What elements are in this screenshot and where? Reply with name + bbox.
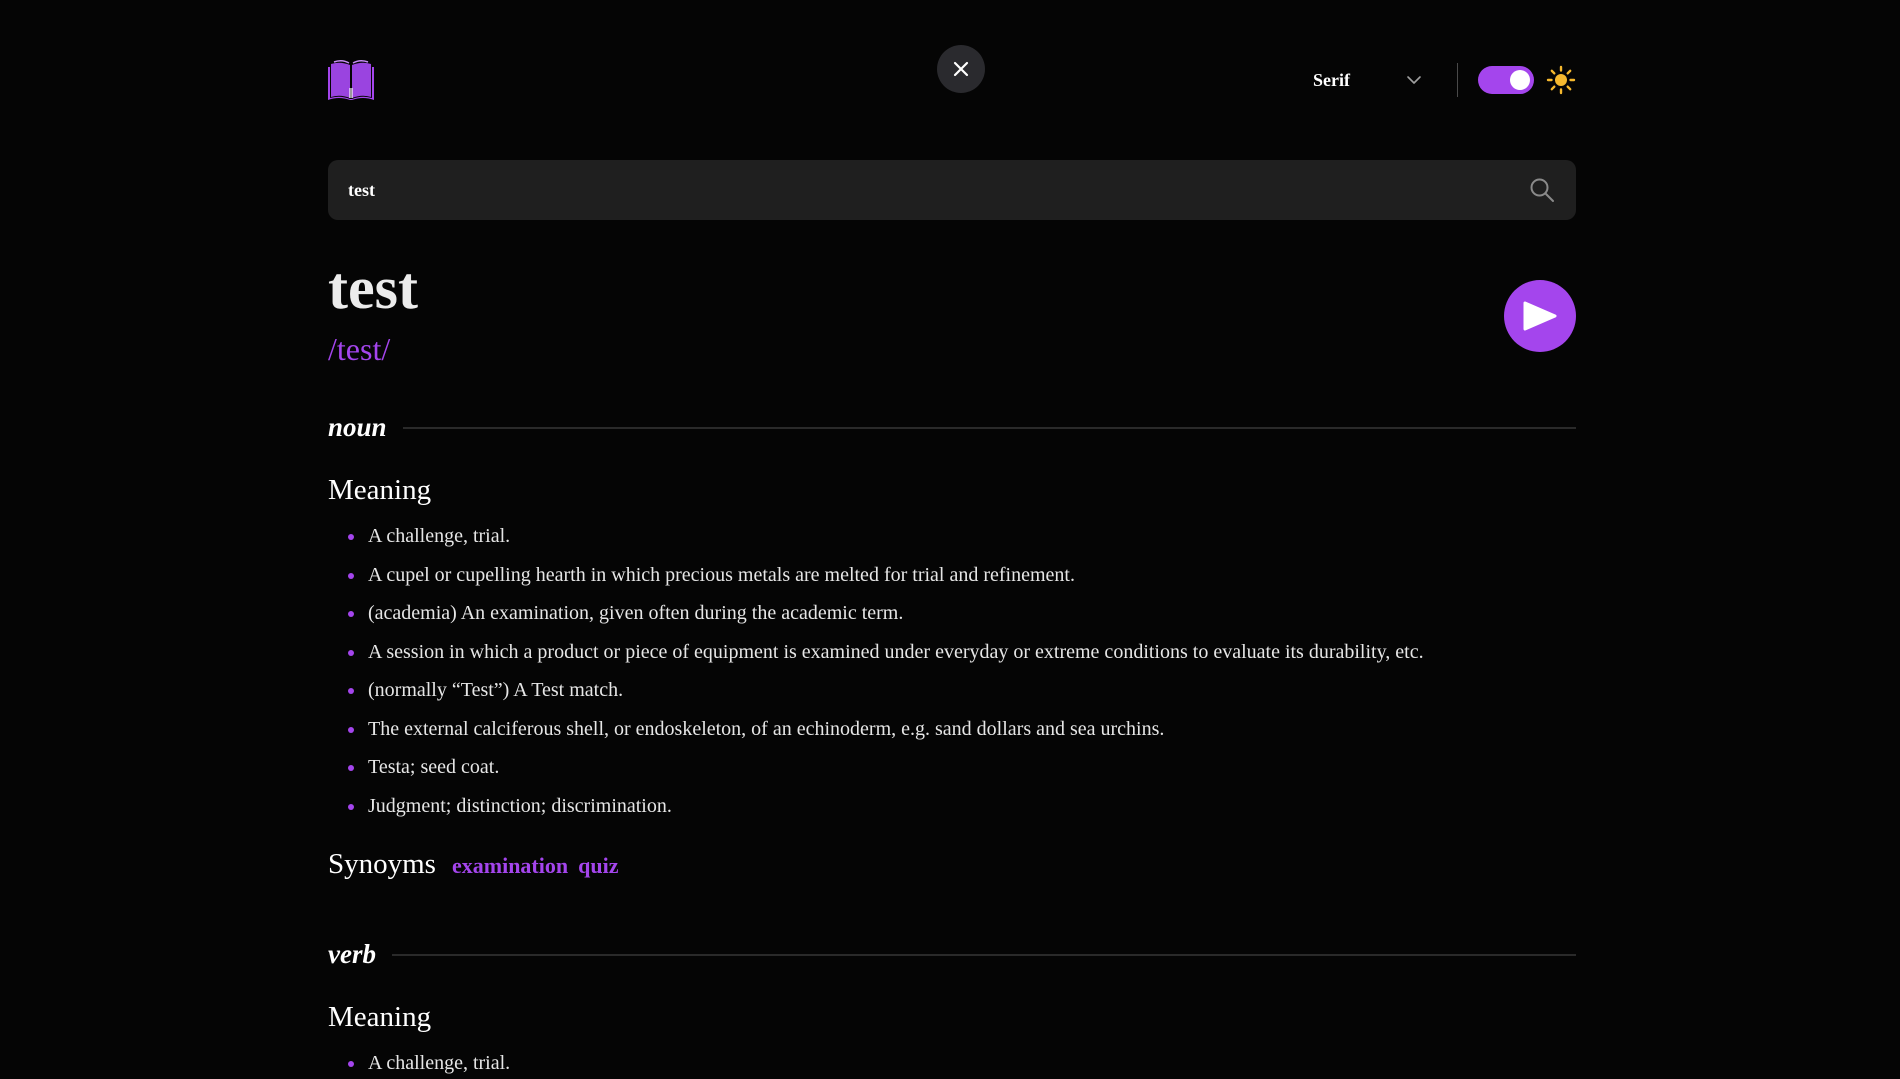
pos-noun-header: noun <box>328 414 1576 441</box>
synonym-link-quiz[interactable]: quiz <box>578 853 618 879</box>
meaning-title: Meaning <box>328 474 432 506</box>
definition-item: (academia) An examination, given often d… <box>328 594 1424 633</box>
definition-text: (normally “Test”) A Test match. <box>368 679 624 701</box>
header: Serif <box>328 0 1576 160</box>
definition-text: A cupel or cupelling hearth in which pre… <box>368 563 1075 586</box>
bullet <box>348 803 354 810</box>
definition-list-verb: A challenge, trial. <box>328 1044 510 1079</box>
chevron-down-icon <box>1407 76 1421 84</box>
phonetic: /test/ <box>328 331 391 367</box>
definition-text: (academia) An examination, given often d… <box>368 602 904 624</box>
pos-verb-header: verb <box>328 941 1576 968</box>
definition-item: Testa; seed coat. <box>328 748 1424 787</box>
close-icon <box>953 61 969 77</box>
section-divider <box>391 953 1576 956</box>
dictionary-app: Serif test test /test/ noun Meaning A ch… <box>0 0 1900 1079</box>
bullet <box>348 572 354 579</box>
header-divider <box>1457 63 1458 97</box>
synonym-link-examination[interactable]: examination <box>452 853 568 879</box>
bullet <box>348 1061 354 1067</box>
header-controls: Serif <box>1313 58 1576 102</box>
definition-text: A challenge, trial. <box>368 1052 511 1074</box>
play-audio-button[interactable] <box>1504 280 1576 352</box>
definition-item: A cupel or cupelling hearth in which pre… <box>328 556 1424 595</box>
bullet <box>348 534 354 540</box>
font-select[interactable]: Serif <box>1313 58 1423 102</box>
main-container: Serif test test /test/ noun Meaning A ch… <box>328 0 1576 1074</box>
definition-item: Judgment; distinction; discrimination. <box>328 787 1424 826</box>
definition-text: A challenge, trial. <box>368 525 511 547</box>
part-of-speech-label: verb <box>328 939 376 969</box>
definition-text: Judgment; distinction; discrimination. <box>368 794 672 817</box>
meaning-title: Meaning <box>328 1001 432 1033</box>
search-input[interactable] <box>328 160 1528 220</box>
close-button[interactable] <box>937 45 985 93</box>
definition-item: A session in which a product or piece of… <box>328 633 1424 672</box>
definition-text: The external calciferous shell, or endos… <box>368 717 1165 740</box>
part-of-speech-label: noun <box>328 412 387 442</box>
definition-item: The external calciferous shell, or endos… <box>328 710 1424 749</box>
search-bar <box>328 160 1576 220</box>
play-icon <box>1523 301 1557 331</box>
synonyms-row: Synoyms examination quiz <box>328 848 628 881</box>
font-select-value: Serif <box>1313 69 1350 90</box>
theme-toggle-knob <box>1510 70 1530 90</box>
bullet <box>348 688 354 694</box>
definition-list-noun: A challenge, trial. A cupel or cupelling… <box>328 517 1424 825</box>
synonyms-title: Synoyms <box>328 848 436 880</box>
bullet <box>348 726 354 733</box>
bullet <box>348 765 354 771</box>
sun-icon <box>1546 65 1576 95</box>
definition-item: (normally “Test”) A Test match. <box>328 671 1424 710</box>
definition-text: Testa; seed coat. <box>368 756 500 778</box>
definition-text: A session in which a product or piece of… <box>368 640 1424 663</box>
definition-item: A challenge, trial. <box>328 517 1424 556</box>
word-title: test <box>328 255 418 321</box>
book-icon[interactable] <box>328 58 374 100</box>
theme-toggle[interactable] <box>1478 66 1534 94</box>
bullet <box>348 649 354 656</box>
bullet <box>348 611 354 617</box>
section-divider <box>402 426 1576 429</box>
search-icon[interactable] <box>1528 176 1556 204</box>
definition-item: A challenge, trial. <box>328 1044 510 1079</box>
